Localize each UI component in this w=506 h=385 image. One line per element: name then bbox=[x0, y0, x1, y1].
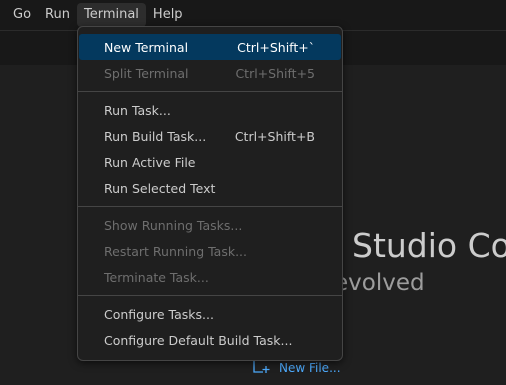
menu-terminal[interactable]: Terminal bbox=[76, 3, 146, 27]
menu-item-run-selected-text[interactable]: Run Selected Text bbox=[79, 175, 341, 201]
menu-item-label: New Terminal bbox=[104, 39, 189, 55]
menu-item-shortcut: Ctrl+Shift+5 bbox=[235, 65, 315, 81]
menu-run[interactable]: Run bbox=[38, 3, 77, 27]
menu-item-label: Configure Default Build Task... bbox=[104, 332, 293, 348]
menu-item-show-running-tasks: Show Running Tasks... bbox=[79, 212, 341, 238]
menu-item-terminate-task: Terminate Task... bbox=[79, 264, 341, 290]
menu-item-configure-default-build-task[interactable]: Configure Default Build Task... bbox=[79, 327, 341, 353]
menu-item-split-terminal: Split Terminal Ctrl+Shift+5 bbox=[79, 60, 341, 86]
menu-item-label: Terminate Task... bbox=[104, 269, 209, 285]
welcome-subtitle: evolved bbox=[334, 270, 425, 296]
menu-help[interactable]: Help bbox=[146, 3, 190, 27]
menu-separator bbox=[78, 295, 342, 296]
menu-go[interactable]: Go bbox=[6, 3, 38, 27]
menu-item-label: Configure Tasks... bbox=[104, 306, 214, 322]
menu-item-label: Show Running Tasks... bbox=[104, 217, 243, 233]
menu-item-label: Run Task... bbox=[104, 102, 171, 118]
menu-item-label: Run Selected Text bbox=[104, 180, 216, 196]
terminal-menu-dropdown: New Terminal Ctrl+Shift+` Split Terminal… bbox=[77, 26, 343, 361]
new-file-label: New File... bbox=[279, 360, 341, 375]
menu-item-label: Restart Running Task... bbox=[104, 243, 247, 259]
menu-item-label: Run Active File bbox=[104, 154, 196, 170]
menu-item-shortcut: Ctrl+Shift+B bbox=[234, 128, 315, 144]
menu-item-label: Run Build Task... bbox=[104, 128, 207, 144]
menu-item-shortcut: Ctrl+Shift+` bbox=[237, 39, 315, 55]
menu-item-run-active-file[interactable]: Run Active File bbox=[79, 149, 341, 175]
menu-item-label: Split Terminal bbox=[104, 65, 189, 81]
menu-item-new-terminal[interactable]: New Terminal Ctrl+Shift+` bbox=[79, 34, 341, 60]
menu-item-run-task[interactable]: Run Task... bbox=[79, 97, 341, 123]
welcome-title: Studio Coc bbox=[352, 226, 506, 265]
vscode-window: Go Run Terminal Help Studio Coc evolved … bbox=[0, 0, 506, 385]
menu-item-run-build-task[interactable]: Run Build Task... Ctrl+Shift+B bbox=[79, 123, 341, 149]
menu-separator bbox=[78, 206, 342, 207]
menu-item-configure-tasks[interactable]: Configure Tasks... bbox=[79, 301, 341, 327]
menu-item-restart-running-task: Restart Running Task... bbox=[79, 238, 341, 264]
menu-separator bbox=[78, 91, 342, 92]
